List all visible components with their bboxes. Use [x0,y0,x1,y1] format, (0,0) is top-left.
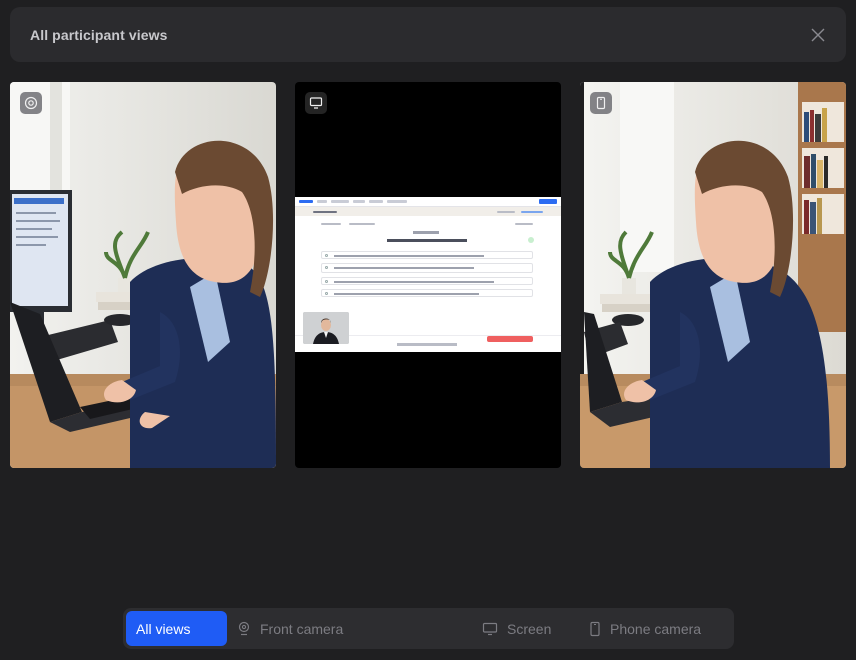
view-switcher: All views Front camera Screen Phone came… [123,608,734,649]
front-camera-view[interactable] [10,82,276,468]
modal-title: All participant views [30,26,168,43]
phone-icon [590,621,600,636]
modal-header: All participant views [10,7,846,62]
tab-phone-camera[interactable]: Phone camera [552,611,727,646]
phone-camera-badge [590,92,612,114]
screen-view[interactable] [295,82,561,468]
close-button[interactable] [808,25,828,45]
webcam-icon [24,96,38,110]
monitor-icon [482,622,498,635]
front-camera-badge [20,92,42,114]
tab-screen[interactable]: Screen [412,611,552,646]
close-icon [811,28,825,41]
location-pin-icon [238,621,250,635]
tab-all-views-label: All views [136,620,191,637]
tab-front-camera[interactable]: Front camera [227,611,412,646]
phone-camera-view[interactable] [580,82,846,468]
screen-badge [305,92,327,114]
tab-screen-label: Screen [507,620,552,637]
tab-front-camera-label: Front camera [260,620,344,637]
tab-phone-camera-label: Phone camera [610,620,702,637]
pip-camera-thumbnail [303,312,349,344]
phone-camera-feed-image [580,82,846,468]
front-camera-feed-image [10,82,276,468]
screen-share-feed [295,197,561,352]
tab-all-views[interactable]: All views [126,611,227,646]
phone-icon [596,96,606,110]
monitor-icon [309,97,323,109]
